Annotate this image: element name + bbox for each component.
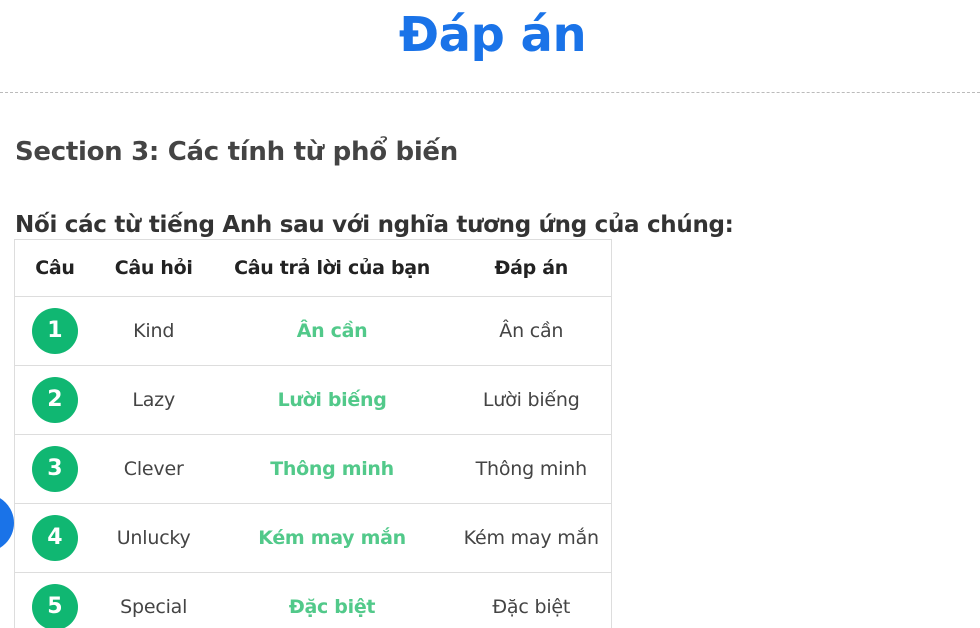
your-answer-cell: Ân cần [212, 296, 452, 366]
table-header-row: Câu Câu hỏi Câu trả lời của bạn Đáp án [14, 239, 612, 297]
title-divider [0, 92, 980, 93]
table-row: 1 Kind Ân cần Ân cần [14, 296, 612, 366]
question-cell: Clever [94, 434, 213, 504]
header-question: Câu hỏi [94, 239, 213, 297]
page-title: Đáp án [398, 7, 587, 63]
table-row: 2 Lazy Lười biếng Lười biếng [14, 365, 612, 435]
page: Đáp án Section 3: Các tính từ phổ biến N… [0, 0, 980, 628]
row-number-cell: 2 [14, 365, 95, 435]
row-number-cell: 4 [14, 503, 95, 573]
your-answer-cell: Thông minh [212, 434, 452, 504]
question-cell: Special [120, 596, 188, 618]
question-number-badge: 2 [31, 377, 78, 423]
table-row: 3 Clever Thông minh Thông minh [14, 434, 612, 504]
row-number-cell: 3 [14, 434, 95, 504]
answer-table: Câu Câu hỏi Câu trả lời của bạn Đáp án 1… [14, 239, 612, 628]
header-correct-answer: Đáp án [451, 239, 612, 297]
your-answer-cell: Đặc biệt [288, 596, 376, 618]
row-number-cell: 1 [14, 296, 95, 366]
question-cell: Unlucky [94, 503, 213, 573]
header-your-answer: Câu trả lời của bạn [212, 239, 452, 297]
table-row: 4 Unlucky Kém may mắn Kém may mắn [14, 503, 612, 573]
question-number-badge: 5 [31, 584, 78, 628]
question-cell: Lazy [94, 365, 213, 435]
your-answer-cell: Kém may mắn [212, 503, 452, 573]
correct-answer-cell: Ân cần [451, 296, 612, 366]
correct-answer-cell: Thông minh [451, 434, 612, 504]
question-number-badge: 4 [31, 515, 78, 561]
floating-action-button[interactable] [0, 494, 14, 552]
table-row: 5 Special Đặc biệt Đặc biệt [15, 573, 612, 628]
your-answer-cell: Lười biếng [212, 365, 452, 435]
question-number-badge: 1 [31, 308, 78, 354]
row-number-cell: 5 [15, 573, 95, 628]
question-cell: Kind [94, 296, 213, 366]
section-title: Section 3: Các tính từ phổ biến [15, 137, 458, 167]
question-number-badge: 3 [31, 446, 78, 492]
correct-answer-cell: Lười biếng [451, 365, 612, 435]
section-instruction: Nối các từ tiếng Anh sau với nghĩa tương… [15, 212, 734, 238]
correct-answer-cell: Đặc biệt [492, 596, 571, 618]
correct-answer-cell: Kém may mắn [451, 503, 612, 573]
header-number: Câu [14, 239, 95, 297]
